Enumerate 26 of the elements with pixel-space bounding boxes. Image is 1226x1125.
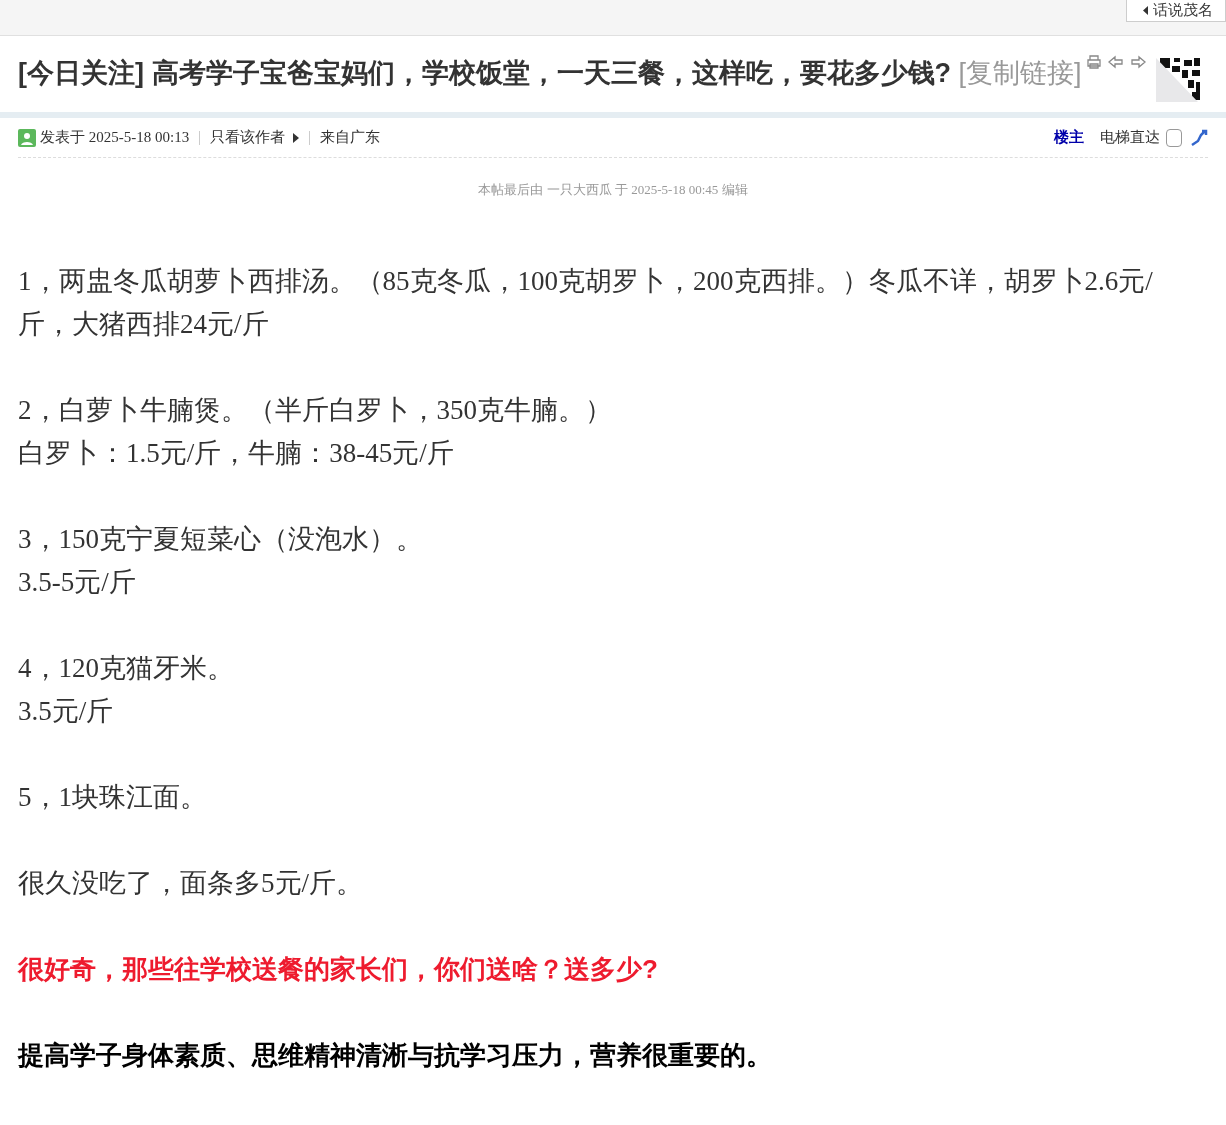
jump-label: 电梯直达 (1100, 127, 1160, 148)
post-date: 发表于 2025-5-18 00:13 (40, 128, 190, 148)
author-only-link[interactable]: 只看该作者 (210, 126, 300, 149)
post-text-line: 3，150克宁夏短菜心（没泡水）。 (18, 522, 424, 556)
go-icon[interactable] (1190, 128, 1208, 147)
post-text-line: 2，白萝卜牛腩煲。（半斤白罗卜，350克牛腩。） (18, 393, 613, 427)
post-text-line: 白罗卜：1.5元/斤，牛腩：38-45元/斤 (18, 436, 455, 470)
print-icon[interactable] (1086, 54, 1102, 70)
user-icon (18, 128, 36, 147)
post-text-line: 1，两盅冬瓜胡萝卜西排汤。（85克冬瓜，100克胡罗卜，200克西排。）冬瓜不详，胡罗卜2.6元/斤，大猪西排24元/斤 (18, 264, 1154, 341)
thread-title: [今日关注] 高考学子宝爸宝妈们，学校饭堂，一天三餐，这样吃，要花多少钱? [复制链接] (18, 57, 1083, 90)
post-text-line: 提高学子身体素质、思维精神清淅与抗学习压力，营养很重要的。 (18, 1038, 773, 1072)
caret-right-icon (293, 132, 300, 143)
caret-left-icon (1143, 6, 1148, 15)
post-text-line: 很好奇，那些往学校送餐的家长们，你们送啥？送多少? (18, 952, 659, 986)
jump-checkbox[interactable] (1166, 128, 1182, 147)
previous-arrow-icon[interactable] (1108, 54, 1124, 70)
post-text-line: 5，1块珠江面。 (18, 780, 208, 814)
post-text-line: 3.5-5元/斤 (18, 565, 137, 599)
next-arrow-icon[interactable] (1130, 54, 1146, 70)
floor-label[interactable]: 楼主 (1054, 126, 1084, 149)
location-text: 来自广东 (320, 127, 381, 148)
forum-tab[interactable]: 话说茂名 (1126, 0, 1226, 22)
post-text-line: 3.5元/斤 (18, 694, 115, 728)
post-text-line: 4，120克猫牙米。 (18, 651, 235, 685)
post-text-line: 很久没吃了，面条多5元/斤。 (18, 866, 364, 900)
